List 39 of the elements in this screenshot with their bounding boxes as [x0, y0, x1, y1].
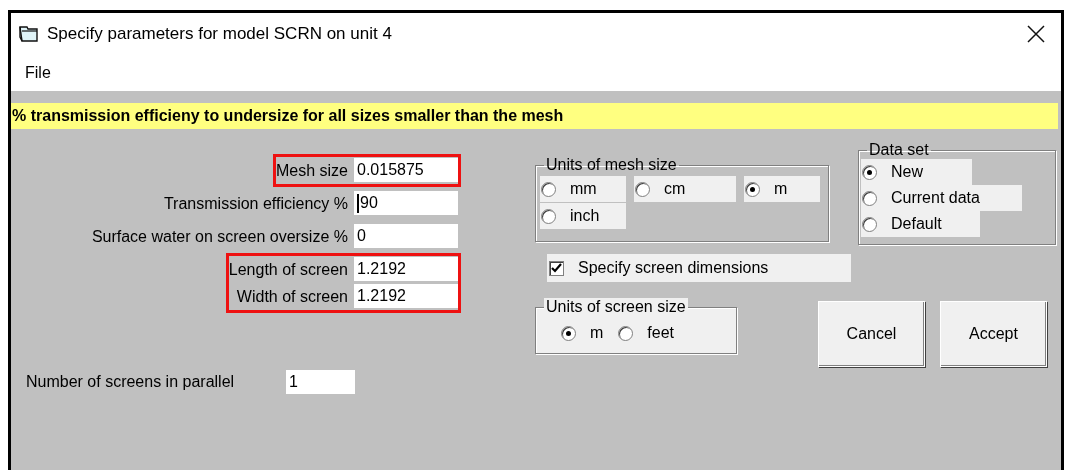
- input-field[interactable]: 1.2192: [354, 257, 458, 281]
- radio-label: Current data: [891, 189, 980, 207]
- group-label: Data set: [868, 141, 930, 159]
- radio-label: Default: [891, 215, 942, 233]
- radio-label: m: [774, 180, 788, 198]
- dialog-button[interactable]: Cancel: [818, 301, 925, 367]
- radio-option[interactable]: Current data: [861, 185, 1022, 211]
- radio-option[interactable]: inch: [540, 203, 626, 229]
- field-label: Mesh size: [275, 161, 349, 181]
- checkbox-option[interactable]: Specify screen dimensions: [547, 254, 851, 282]
- radio-label: m: [590, 324, 604, 342]
- field-label: Number of screens in parallel: [26, 373, 236, 391]
- radio-option[interactable]: cm: [634, 176, 736, 202]
- input-field[interactable]: 0.015875: [354, 158, 458, 182]
- close-icon[interactable]: [1027, 25, 1045, 43]
- field-label: Length of screen: [228, 260, 349, 280]
- radio-option[interactable]: mm: [540, 176, 626, 202]
- dialog-button[interactable]: Accept: [940, 301, 1047, 367]
- radio-label: mm: [570, 180, 597, 198]
- field-label: Width of screen: [236, 287, 349, 307]
- radio-label: New: [891, 163, 923, 181]
- radio-label: feet: [647, 324, 674, 342]
- menu-item[interactable]: File: [25, 64, 51, 82]
- checkbox-label: Specify screen dimensions: [578, 259, 769, 277]
- radio-option[interactable]: m: [744, 176, 820, 202]
- field-label: Surface water on screen oversize %: [91, 227, 349, 247]
- input-field[interactable]: 1.2192: [354, 284, 458, 308]
- input-field[interactable]: 1: [286, 370, 355, 394]
- input-field[interactable]: 0: [354, 224, 458, 248]
- hint-bar: % transmission efficieny to undersize for all sizes smaller than the mesh: [11, 103, 1058, 129]
- radio-label: cm: [664, 180, 686, 198]
- field-label: Transmission efficiency %: [163, 194, 349, 214]
- radio-option[interactable]: New: [861, 159, 972, 185]
- input-field[interactable]: 90: [354, 191, 458, 215]
- window-icon: [19, 25, 39, 43]
- window-title: Specify parameters for model SCRN on unit 4: [47, 24, 393, 44]
- group-label: Units of mesh size: [545, 156, 678, 174]
- radio-option[interactable]: Default: [861, 211, 980, 237]
- radio-label: inch: [570, 207, 600, 225]
